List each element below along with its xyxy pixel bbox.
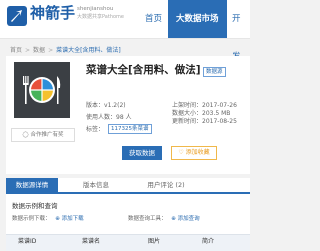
- tag-label: 标签：: [86, 126, 105, 133]
- section-title: 数据示例和查询: [12, 202, 58, 210]
- column-header-summary[interactable]: 简介: [202, 236, 214, 245]
- brand-name[interactable]: 神箭手: [30, 5, 75, 21]
- tab-version-info[interactable]: 版本信息: [68, 178, 124, 192]
- nav-home[interactable]: 首页: [137, 0, 170, 38]
- users-value: 98 人: [116, 114, 132, 121]
- query-tool-row: 数据查询工具： ⊕ 添加查询: [128, 214, 200, 222]
- top-header: 神箭手 shenjianshou 大数据共享Pathome 首页 大数据市场 开…: [0, 0, 250, 62]
- breadcrumb: 首页 > 数据 > 菜谱大全[含用料、做法]: [10, 45, 121, 54]
- users-label: 使用人数：: [86, 114, 117, 121]
- partner-promo-label: 合作推广有奖: [30, 132, 64, 138]
- plate-icon: [23, 76, 61, 104]
- brand-pinyin: shenjianshou: [77, 6, 114, 12]
- add-download-button[interactable]: ⊕ 添加下载: [55, 214, 83, 222]
- plus-icon: ⊕: [55, 216, 60, 222]
- product-thumbnail: [14, 62, 70, 118]
- version-value: v1.2(2): [104, 102, 126, 109]
- sample-download-label: 数据示例下载：: [12, 216, 51, 222]
- breadcrumb-current: 菜谱大全[含用料、做法]: [56, 47, 121, 54]
- column-header-recipe-name[interactable]: 菜谱名: [82, 236, 100, 245]
- detail-tabs: 数据源详情 版本信息 用户评论 (2): [6, 178, 250, 194]
- brand-slogan: 大数据共享Pathome: [77, 14, 124, 20]
- tab-data-detail[interactable]: 数据源详情: [6, 178, 58, 192]
- add-query-label: 添加查询: [177, 216, 200, 222]
- tab-user-comments[interactable]: 用户评论 (2): [134, 178, 198, 192]
- get-data-button[interactable]: 获取数据: [122, 146, 162, 160]
- update-date-info: 更新时间：2017-08-25: [172, 116, 237, 125]
- logo-arrow-icon: [7, 6, 27, 26]
- nav-data-market[interactable]: 大数据市场: [168, 0, 227, 38]
- users-info: 使用人数：98 人: [86, 112, 132, 121]
- add-download-label: 添加下载: [61, 216, 84, 222]
- share-icon: ◯: [22, 132, 29, 138]
- product-type-badge: 数据源: [203, 67, 226, 77]
- version-info: 版本：v1.2(2): [86, 100, 126, 109]
- breadcrumb-separator: >: [25, 47, 31, 54]
- nav-develop[interactable]: 开发: [224, 0, 250, 62]
- add-favorite-label: 添加收藏: [185, 149, 210, 156]
- column-header-image[interactable]: 图片: [148, 236, 160, 245]
- update-date-label: 更新时间：: [172, 118, 203, 125]
- breadcrumb-data[interactable]: 数据: [33, 47, 45, 54]
- sample-download-row: 数据示例下载： ⊕ 添加下载: [12, 214, 84, 222]
- update-date-value: 2017-08-25: [202, 118, 237, 125]
- add-query-button[interactable]: ⊕ 添加查询: [171, 214, 199, 222]
- recipe-count-tag[interactable]: 117325条菜谱: [108, 124, 152, 134]
- breadcrumb-separator: >: [48, 47, 54, 54]
- heart-icon: ♡: [178, 149, 184, 156]
- query-tool-label: 数据查询工具：: [128, 216, 167, 222]
- breadcrumb-home[interactable]: 首页: [10, 47, 22, 54]
- partner-promo-button[interactable]: ◯ 合作推广有奖: [11, 128, 75, 142]
- product-title: 菜谱大全[含用料、做法]: [86, 64, 201, 76]
- version-label: 版本：: [86, 102, 105, 109]
- add-favorite-button[interactable]: ♡ 添加收藏: [171, 146, 217, 160]
- plus-icon: ⊕: [171, 216, 176, 222]
- column-header-recipe-id[interactable]: 菜谱ID: [18, 236, 36, 245]
